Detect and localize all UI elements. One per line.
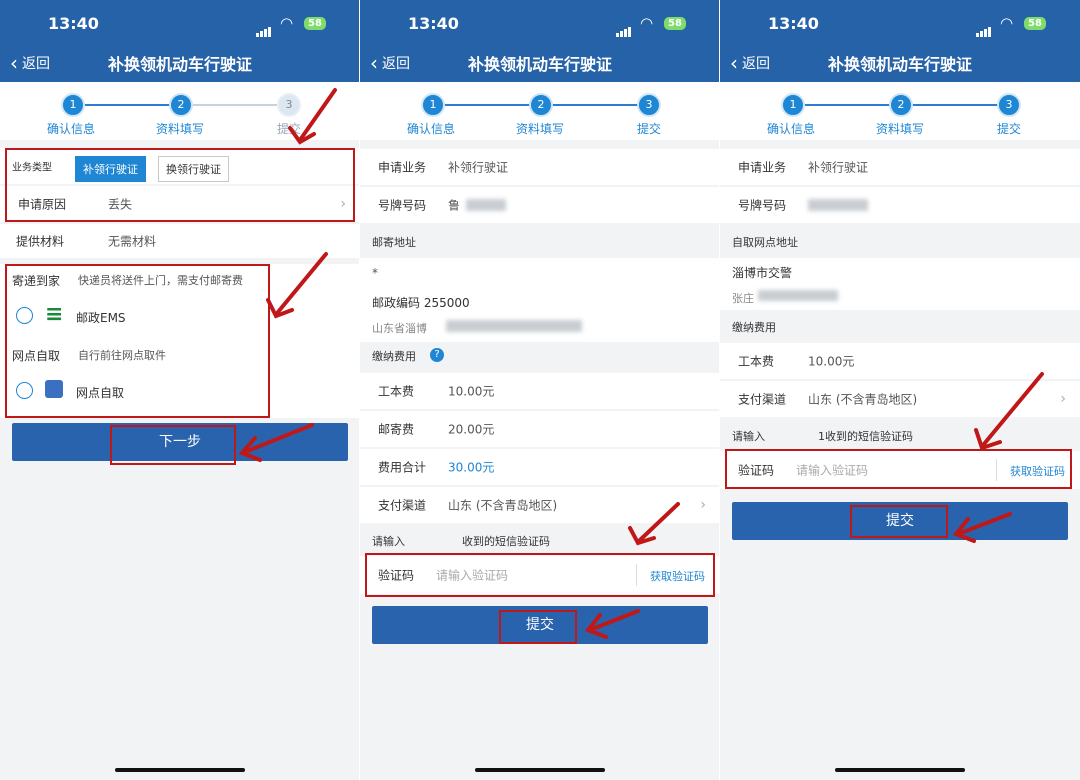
screen-step3-pickup: 13:40 ◠ 58 ‹ 返回 补换领机动车行驶证 1 2 3 确认信息 资料填写…: [720, 0, 1080, 780]
annotation-arrow: [952, 372, 1044, 543]
screen-step1: 13:40 ◠ 58 ‹ 返回 补换领机动车行驶证 1 2 3 确认信息 资料填写…: [0, 0, 360, 780]
annotation-arrow: [238, 88, 337, 462]
home-indicator: [475, 768, 605, 772]
screen-step3-delivery: 13:40 ◠ 58 ‹ 返回 补换领机动车行驶证 1 2 3 确认信息 资料填写…: [360, 0, 720, 780]
annotation-arrow: [584, 502, 680, 639]
home-indicator: [115, 768, 245, 772]
home-indicator: [835, 768, 965, 772]
